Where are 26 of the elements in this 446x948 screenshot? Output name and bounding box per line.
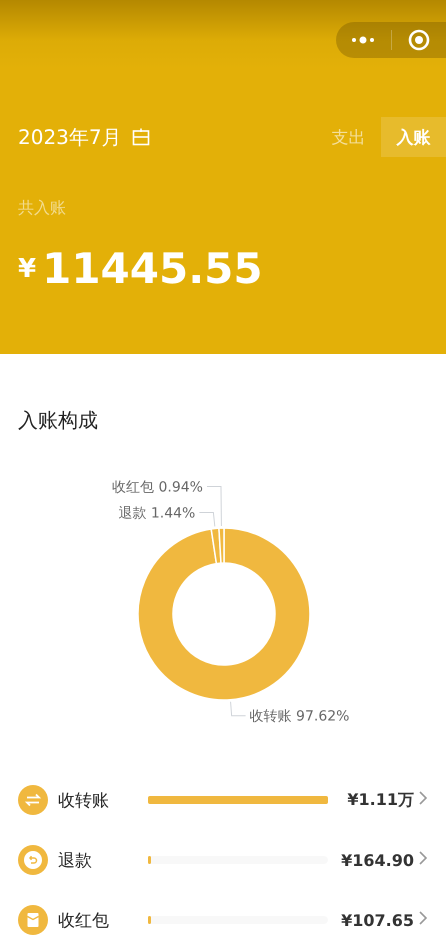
leader-line bbox=[230, 701, 246, 716]
category-amount: ¥164.90 bbox=[340, 850, 414, 870]
ring-icon bbox=[408, 29, 430, 51]
category-name: 收转账 bbox=[58, 790, 110, 812]
category-row[interactable]: 退款 ¥164.90 bbox=[0, 830, 446, 890]
category-name: 退款 bbox=[58, 850, 93, 872]
currency-sign: ¥ bbox=[18, 253, 36, 286]
total-label: 共入账 bbox=[18, 197, 67, 219]
dots-icon bbox=[351, 36, 376, 44]
category-row[interactable]: 收红包 ¥107.65 bbox=[0, 890, 446, 948]
swap-arrows-icon bbox=[18, 785, 48, 815]
chevron-icon bbox=[418, 910, 428, 926]
envelope-icon bbox=[18, 905, 48, 935]
category-amount: ¥1.11万 bbox=[346, 790, 414, 810]
section-title: 入账构成 bbox=[18, 407, 99, 434]
chevron-icon bbox=[418, 790, 428, 806]
slice-label: 退款 1.44% bbox=[118, 506, 196, 522]
category-amount: ¥107.65 bbox=[340, 910, 414, 930]
category-name: 收红包 bbox=[58, 910, 110, 932]
total-amount: 11445.55 bbox=[42, 245, 263, 293]
slice-label: 收转账 97.62% bbox=[250, 708, 350, 725]
chevron-icon bbox=[418, 850, 428, 866]
calendar-icon bbox=[132, 128, 150, 146]
slice-label: 收红包 0.94% bbox=[112, 480, 203, 496]
return-icon bbox=[18, 845, 48, 875]
category-row[interactable]: 收转账 ¥1.11万 bbox=[0, 770, 446, 830]
